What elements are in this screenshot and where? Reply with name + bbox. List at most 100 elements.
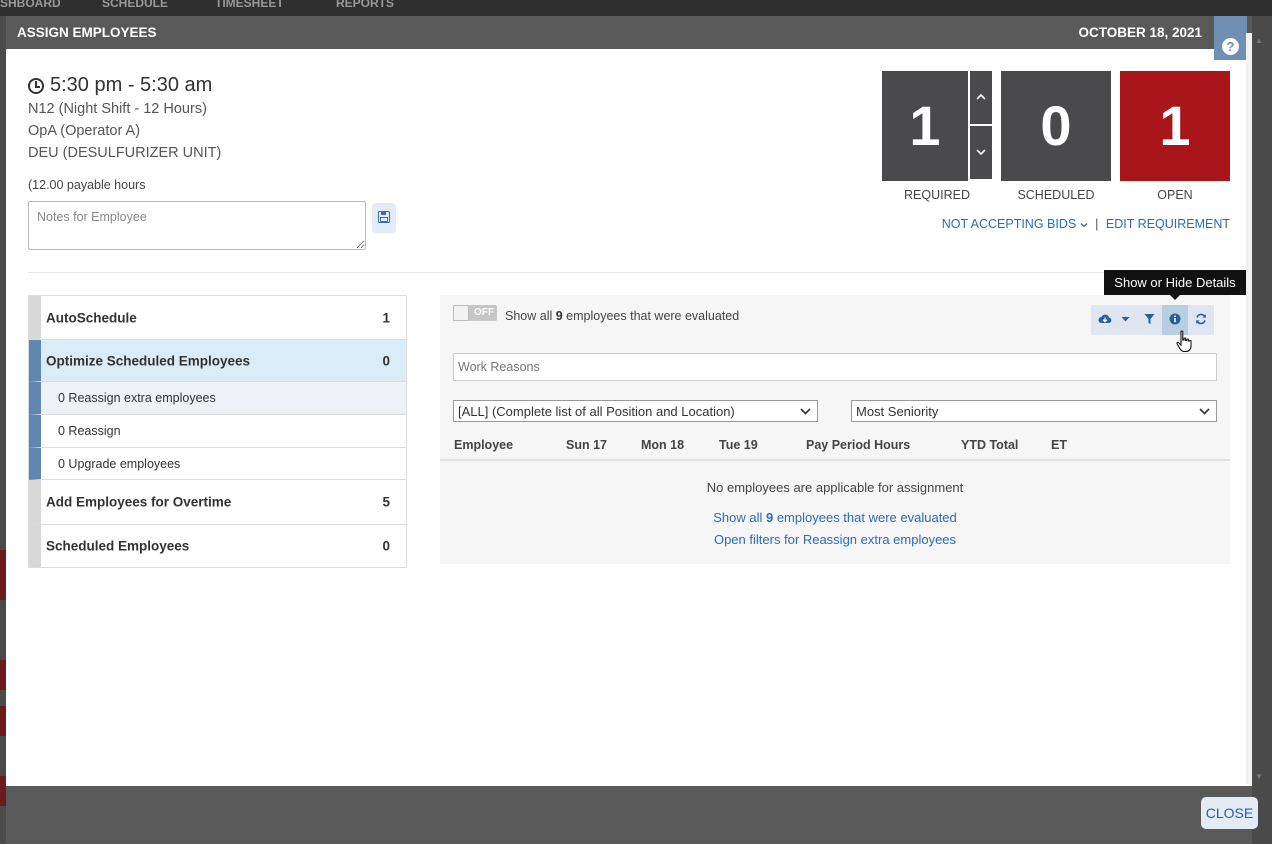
chevron-down-icon bbox=[800, 408, 811, 415]
column-mon-18[interactable]: Mon 18 bbox=[641, 438, 684, 452]
payable-hours: (12.00 payable hours bbox=[28, 178, 146, 192]
menu-item-count: 0 bbox=[382, 353, 390, 368]
menu-item-count: 5 bbox=[382, 494, 390, 510]
link-count: 9 bbox=[765, 510, 774, 525]
empty-message: No employees are applicable for assignme… bbox=[706, 480, 964, 495]
scheduled-count: 0 bbox=[1001, 71, 1111, 181]
menu-item-optimize-scheduled[interactable]: Optimize Scheduled Employees 0 bbox=[29, 340, 406, 382]
open-count: 1 bbox=[1120, 71, 1230, 181]
open-label: OPEN bbox=[1157, 188, 1193, 202]
chevron-down-icon bbox=[1199, 408, 1210, 415]
bg-nav-reports: REPORTS bbox=[336, 0, 395, 10]
menu-item-count: 0 bbox=[382, 538, 390, 554]
column-tue-19[interactable]: Tue 19 bbox=[719, 438, 758, 452]
not-accepting-bids-dropdown[interactable]: NOT ACCEPTING BIDS bbox=[942, 217, 1088, 231]
assign-employees-modal: ASSIGN EMPLOYEES OCTOBER 18, 2021 ? 5:30… bbox=[6, 16, 1252, 844]
link-prefix: Show all bbox=[713, 510, 763, 525]
link-separator: | bbox=[1095, 217, 1099, 231]
save-icon bbox=[378, 211, 390, 223]
scheduled-label: SCHEDULED bbox=[1017, 188, 1095, 202]
toggle-knob bbox=[453, 305, 469, 321]
filter-button[interactable] bbox=[1136, 305, 1162, 335]
show-all-suffix: employees that were evaluated bbox=[566, 309, 740, 323]
increase-required-button[interactable] bbox=[970, 71, 992, 124]
sort-select-value: Most Seniority bbox=[856, 404, 939, 419]
toggle-state: OFF bbox=[474, 307, 494, 318]
caret-down-icon bbox=[1121, 317, 1129, 322]
chevron-down-icon bbox=[976, 149, 986, 156]
show-all-toggle[interactable]: OFF bbox=[453, 305, 497, 321]
shift-time-text: 5:30 pm - 5:30 am bbox=[50, 74, 213, 96]
menu-item-label: Add Employees for Overtime bbox=[46, 494, 232, 510]
info-circle-icon bbox=[1169, 313, 1181, 325]
modal-footer bbox=[6, 786, 1252, 844]
modal-scrollbar[interactable] bbox=[1246, 33, 1252, 784]
divider bbox=[28, 272, 1230, 273]
bg-nav-schedule: SCHEDULE bbox=[102, 0, 169, 10]
notes-for-employee-field[interactable] bbox=[28, 201, 366, 250]
shift-type: N12 (Night Shift - 12 Hours) bbox=[28, 101, 207, 117]
menu-item-add-overtime[interactable]: Add Employees for Overtime 5 bbox=[29, 480, 406, 525]
employee-table-header: Employee Sun 17 Mon 18 Tue 19 Pay Period… bbox=[440, 432, 1230, 461]
show-all-prefix: Show all bbox=[505, 309, 553, 323]
scroll-up-arrow[interactable]: ▲ bbox=[1252, 36, 1266, 45]
link-suffix: employees that were evaluated bbox=[776, 510, 957, 525]
required-label: REQUIRED bbox=[904, 188, 970, 202]
shift-time: 5:30 pm - 5:30 am bbox=[28, 74, 212, 97]
position-location-select[interactable]: [ALL] (Complete list of all Position and… bbox=[453, 400, 818, 422]
show-all-count: 9 bbox=[555, 309, 563, 323]
details-tooltip: Show or Hide Details bbox=[1104, 270, 1246, 300]
assignment-panel: OFF Show all 9 employees that were evalu… bbox=[440, 295, 1230, 564]
menu-item-label: Scheduled Employees bbox=[46, 538, 190, 554]
question-circle-icon: ? bbox=[1222, 38, 1239, 55]
column-et[interactable]: ET bbox=[1051, 438, 1067, 452]
not-accepting-bids-label: NOT ACCEPTING BIDS bbox=[941, 217, 1077, 231]
menu-item-count: 1 bbox=[382, 310, 390, 325]
column-ytd-total[interactable]: YTD Total bbox=[961, 438, 1018, 452]
modal-title: ASSIGN EMPLOYEES bbox=[17, 25, 157, 40]
column-pay-period-hours[interactable]: Pay Period Hours bbox=[806, 438, 910, 452]
refresh-icon bbox=[1196, 313, 1206, 325]
clock-icon bbox=[28, 77, 44, 94]
menu-item-autoschedule[interactable]: AutoSchedule 1 bbox=[29, 296, 406, 340]
save-notes-button[interactable] bbox=[372, 203, 396, 233]
menu-item-label: Optimize Scheduled Employees bbox=[46, 353, 251, 368]
sub-item-reassign-extra[interactable]: 0 Reassign extra employees bbox=[29, 382, 406, 415]
bg-nav-timesheet: TIMESHEET bbox=[215, 0, 284, 10]
chevron-up-icon bbox=[976, 93, 986, 100]
assignment-menu: AutoSchedule 1 Optimize Scheduled Employ… bbox=[28, 295, 407, 568]
menu-item-scheduled-employees[interactable]: Scheduled Employees 0 bbox=[29, 525, 406, 567]
show-all-evaluated-link[interactable]: Show all 9 employees that were evaluated bbox=[440, 510, 1230, 525]
help-button[interactable]: ? bbox=[1214, 16, 1247, 60]
menu-item-label: AutoSchedule bbox=[46, 310, 137, 325]
sub-item-upgrade[interactable]: 0 Upgrade employees bbox=[29, 448, 406, 480]
filter-icon bbox=[1144, 314, 1154, 324]
column-employee[interactable]: Employee bbox=[454, 438, 513, 452]
chevron-down-icon bbox=[1080, 223, 1088, 228]
scroll-down-arrow[interactable]: ▼ bbox=[1252, 772, 1266, 781]
work-reasons-input[interactable] bbox=[453, 353, 1217, 381]
column-sun-17[interactable]: Sun 17 bbox=[566, 438, 607, 452]
shift-location: DEU (DESULFURIZER UNIT) bbox=[28, 145, 222, 161]
close-button[interactable]: CLOSE bbox=[1201, 797, 1258, 829]
sub-item-label: 0 Reassign bbox=[58, 424, 121, 438]
cloud-download-icon bbox=[1098, 314, 1112, 323]
sort-select[interactable]: Most Seniority bbox=[851, 400, 1217, 422]
sub-item-reassign[interactable]: 0 Reassign bbox=[29, 415, 406, 448]
decrease-required-button[interactable] bbox=[970, 126, 992, 179]
required-count: 1 bbox=[882, 71, 968, 181]
edit-requirement-link[interactable]: EDIT REQUIREMENT bbox=[1106, 217, 1230, 231]
shift-position: OpA (Operator A) bbox=[28, 123, 141, 139]
modal-header: ASSIGN EMPLOYEES OCTOBER 18, 2021 bbox=[6, 16, 1252, 49]
position-select-value: [ALL] (Complete list of all Position and… bbox=[458, 404, 735, 419]
requirement-links: NOT ACCEPTING BIDS | EDIT REQUIREMENT bbox=[942, 217, 1230, 231]
hand-pointer-icon bbox=[1176, 330, 1192, 352]
bg-nav-dashboard: SHBOARD bbox=[0, 0, 61, 10]
sub-item-label: 0 Upgrade employees bbox=[58, 456, 181, 471]
modal-date: OCTOBER 18, 2021 bbox=[1078, 25, 1202, 40]
download-options-dropdown[interactable] bbox=[1114, 305, 1136, 335]
show-all-label: Show all 9 employees that were evaluated bbox=[505, 309, 739, 323]
background-nav: SHBOARD SCHEDULE TIMESHEET REPORTS bbox=[0, 0, 1272, 16]
open-filters-link[interactable]: Open filters for Reassign extra employee… bbox=[440, 532, 1230, 547]
sub-item-label: 0 Reassign extra employees bbox=[58, 391, 216, 405]
